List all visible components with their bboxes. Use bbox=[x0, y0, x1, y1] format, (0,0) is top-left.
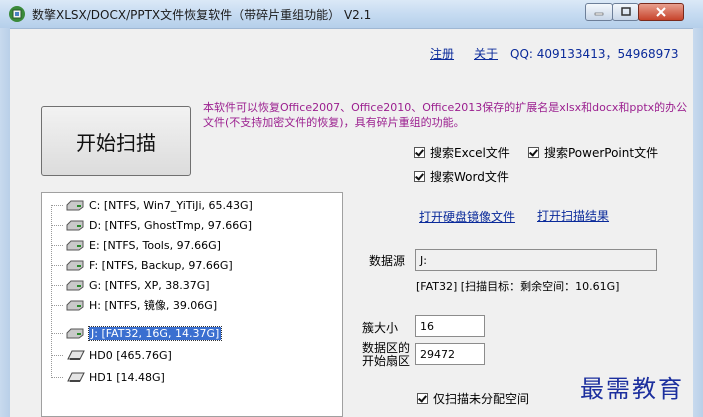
checkbox-checked-icon bbox=[417, 393, 428, 404]
data-start-input[interactable]: 29472 bbox=[415, 343, 485, 365]
data-start-label: 数据区的 开始扇区 bbox=[362, 342, 410, 368]
checkbox-checked-icon bbox=[414, 147, 425, 158]
tree-item-label: E: [NTFS, Tools, 97.66G] bbox=[89, 238, 221, 252]
search-ppt-checkbox[interactable]: 搜索PowerPoint文件 bbox=[528, 144, 658, 161]
title-bar[interactable]: 数擎XLSX/DOCX/PPTX文件恢复软件（带碎片重组功能） V2.1 bbox=[0, 0, 703, 29]
tree-item-label: J: [FAT32, 16G, 14.37G] bbox=[87, 325, 223, 341]
cluster-size-value: 16 bbox=[420, 319, 434, 333]
tree-item-drive-e[interactable]: E: [NTFS, Tools, 97.66G] bbox=[42, 235, 221, 255]
drive-icon bbox=[66, 328, 84, 339]
tree-item-drive-f[interactable]: F: [NTFS, Backup, 97.66G] bbox=[42, 255, 233, 275]
about-link[interactable]: 关于 bbox=[474, 45, 498, 62]
data-source-field[interactable]: J: bbox=[415, 249, 657, 271]
tree-item-drive-c[interactable]: C: [NTFS, Win7_YiTiJi, 65.43G] bbox=[42, 195, 253, 215]
tree-item-label: C: [NTFS, Win7_YiTiJi, 65.43G] bbox=[89, 198, 253, 212]
tree-item-disk-hd1[interactable]: HD1 [14.48G] bbox=[42, 367, 165, 387]
data-source-label: 数据源 bbox=[369, 254, 406, 268]
tree-item-label: HD0 [465.76G] bbox=[89, 348, 172, 362]
minimize-icon bbox=[594, 12, 604, 16]
drive-icon bbox=[66, 240, 84, 251]
unallocated-only-label: 仅扫描未分配空间 bbox=[433, 392, 530, 406]
app-icon bbox=[9, 6, 25, 22]
search-word-checkbox[interactable]: 搜索Word文件 bbox=[414, 168, 509, 185]
window-border-right bbox=[693, 28, 703, 417]
watermark-text: 最需教育 bbox=[580, 375, 684, 403]
checkbox-checked-icon bbox=[528, 147, 539, 158]
tree-item-label: D: [NTFS, GhostTmp, 97.66G] bbox=[89, 218, 253, 232]
data-start-value: 29472 bbox=[420, 347, 455, 361]
search-excel-label: 搜索Excel文件 bbox=[430, 146, 510, 160]
data-start-label-line2: 开始扇区 bbox=[362, 354, 411, 368]
cluster-size-label: 簇大小 bbox=[362, 321, 399, 335]
cluster-size-input[interactable]: 16 bbox=[415, 315, 485, 337]
tree-item-drive-h[interactable]: H: [NTFS, 镜像, 39.06G] bbox=[42, 295, 217, 315]
checkbox-checked-icon bbox=[414, 171, 425, 182]
window-title: 数擎XLSX/DOCX/PPTX文件恢复软件（带碎片重组功能） V2.1 bbox=[32, 8, 372, 22]
drive-icon bbox=[66, 220, 84, 231]
maximize-icon bbox=[620, 7, 631, 16]
unallocated-only-checkbox[interactable]: 仅扫描未分配空间 bbox=[417, 390, 529, 407]
tree-item-label: G: [NTFS, XP, 38.37G] bbox=[89, 278, 210, 292]
close-button[interactable] bbox=[638, 3, 684, 21]
search-ppt-label: 搜索PowerPoint文件 bbox=[544, 146, 659, 160]
maximize-button[interactable] bbox=[612, 3, 639, 21]
drive-icon bbox=[66, 200, 84, 211]
search-excel-checkbox[interactable]: 搜索Excel文件 bbox=[414, 144, 510, 161]
tree-item-drive-d[interactable]: D: [NTFS, GhostTmp, 97.66G] bbox=[42, 215, 252, 235]
close-icon bbox=[656, 7, 666, 17]
drive-icon bbox=[66, 300, 84, 311]
data-source-value: J: bbox=[420, 253, 427, 267]
tree-item-drive-j[interactable]: J: [FAT32, 16G, 14.37G] bbox=[42, 323, 223, 343]
tree-item-disk-hd0[interactable]: HD0 [465.76G] bbox=[42, 345, 172, 365]
qq-contact: QQ: 409133413，54968973 bbox=[510, 47, 679, 61]
drive-icon bbox=[66, 280, 84, 291]
hard-disk-icon bbox=[67, 350, 85, 360]
register-link[interactable]: 注册 bbox=[430, 45, 454, 62]
open-disk-image-link[interactable]: 打开硬盘镜像文件 bbox=[419, 208, 515, 225]
window-border-left bbox=[0, 28, 10, 417]
data-source-info: [FAT32] [扫描目标：剩余空间：10.61G] bbox=[416, 280, 620, 293]
tree-item-label: F: [NTFS, Backup, 97.66G] bbox=[89, 258, 233, 272]
app-window: 数擎XLSX/DOCX/PPTX文件恢复软件（带碎片重组功能） V2.1 注册 … bbox=[0, 0, 703, 417]
start-scan-button[interactable]: 开始扫描 bbox=[41, 106, 191, 176]
tree-item-label: H: [NTFS, 镜像, 39.06G] bbox=[89, 299, 218, 312]
tree-item-drive-g[interactable]: G: [NTFS, XP, 38.37G] bbox=[42, 275, 210, 295]
description-text: 本软件可以恢复Office2007、Office2010、Office2013保… bbox=[203, 101, 688, 129]
tree-item-label: HD1 [14.48G] bbox=[89, 370, 165, 384]
search-word-label: 搜索Word文件 bbox=[430, 170, 509, 184]
drive-tree[interactable]: C: [NTFS, Win7_YiTiJi, 65.43G] D: [NTFS,… bbox=[41, 192, 343, 417]
open-scan-result-link[interactable]: 打开扫描结果 bbox=[537, 207, 609, 224]
hard-disk-icon bbox=[67, 372, 85, 382]
minimize-button[interactable] bbox=[585, 3, 613, 21]
drive-icon bbox=[66, 260, 84, 271]
